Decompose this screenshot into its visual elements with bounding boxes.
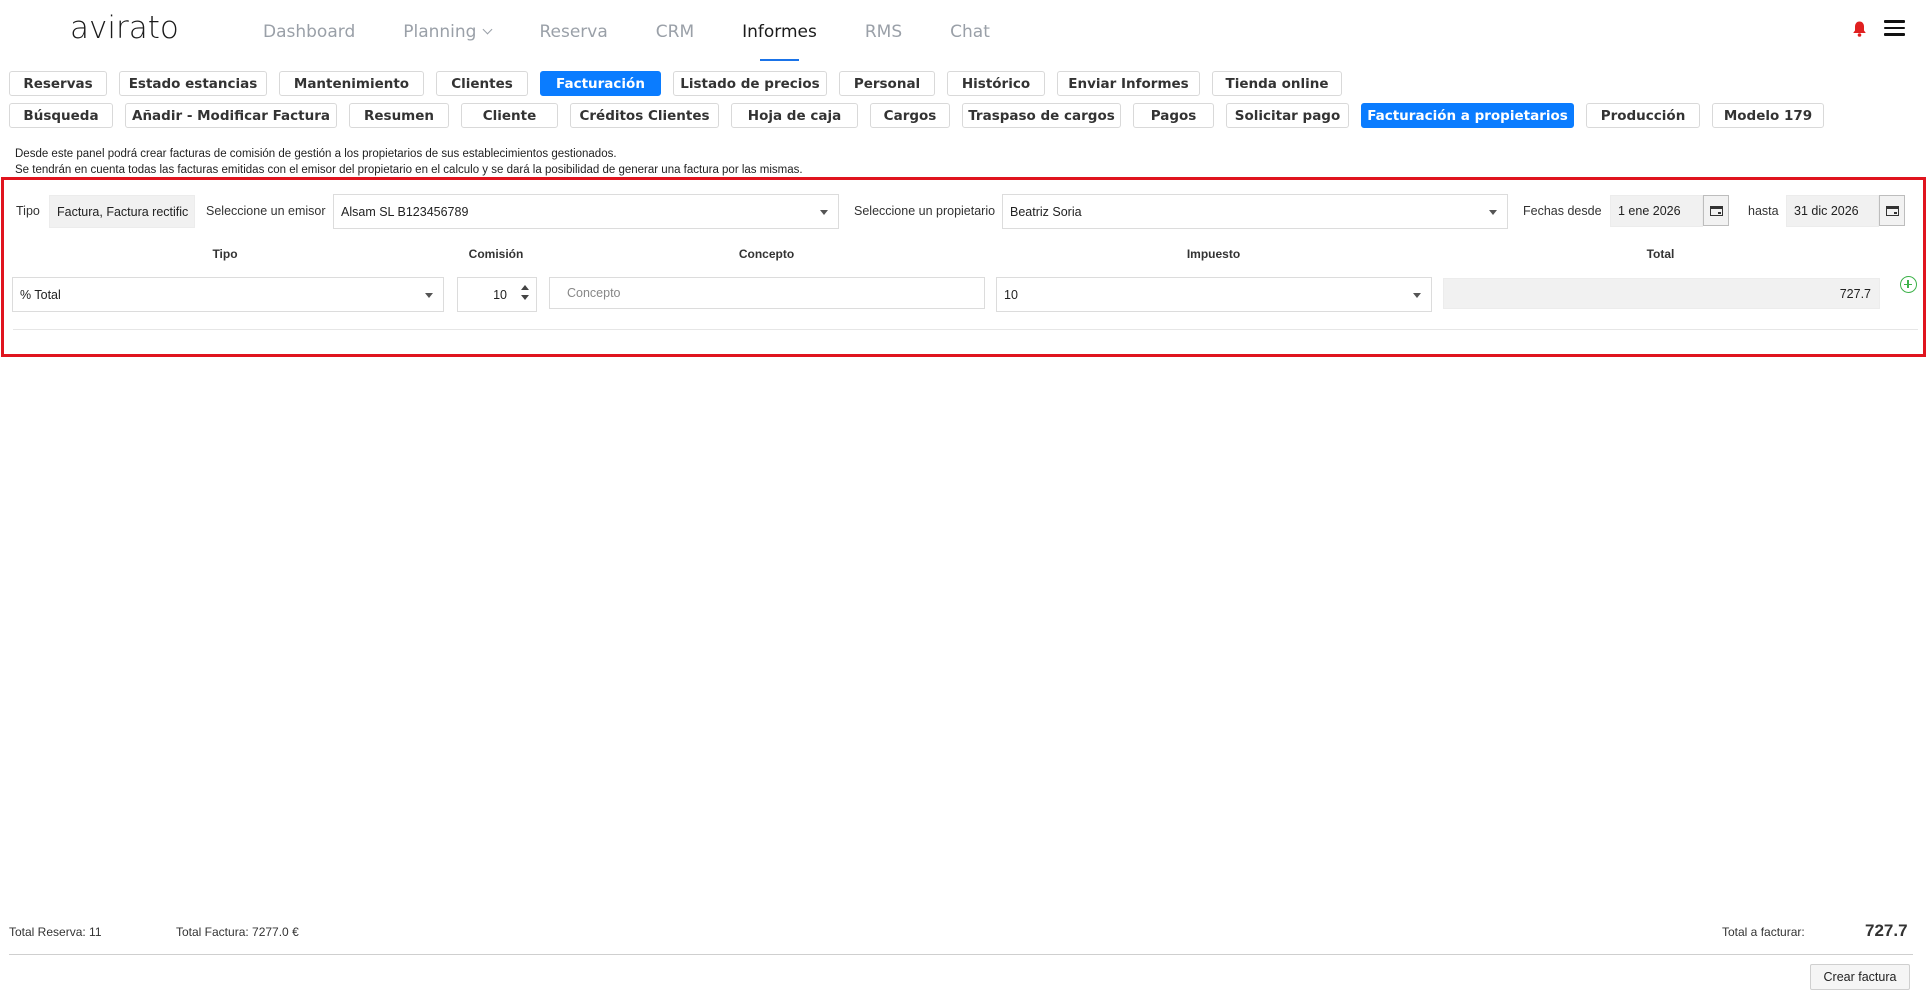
nav-label: Reserva (539, 22, 608, 42)
description-line-2: Se tendrán en cuenta todas las facturas … (15, 164, 803, 176)
emisor-select[interactable]: Alsam SL B123456789 (333, 194, 839, 229)
row-comision-value: 10 (493, 287, 507, 302)
tab-solicitar-pago[interactable]: Solicitar pago (1226, 103, 1349, 128)
caret-down-icon (425, 292, 433, 298)
nav-label: Informes (742, 22, 817, 42)
caret-down-icon (1413, 292, 1421, 298)
total-factura: Total Factura: 7277.0 € (176, 925, 299, 939)
tab-tienda-online[interactable]: Tienda online (1212, 71, 1342, 96)
caret-down-icon (820, 209, 828, 215)
nav-informes[interactable]: Informes (742, 22, 817, 62)
fecha-desde-input[interactable]: 1 ene 2026 (1610, 195, 1703, 227)
fecha-hasta-value: 31 dic 2026 (1794, 204, 1859, 218)
nav-planning[interactable]: Planning (403, 22, 493, 62)
row-impuesto-value: 10 (1004, 287, 1018, 302)
tab-cliente[interactable]: Cliente (461, 103, 558, 128)
top-bar: avirato Dashboard Planning Reserva CRM I… (0, 0, 1928, 66)
caret-down-icon (1489, 209, 1497, 215)
report-tabs-row-2: Búsqueda Añadir - Modificar Factura Resu… (9, 103, 1836, 128)
col-header-tipo: Tipo (212, 247, 238, 261)
tab-produccion[interactable]: Producción (1586, 103, 1700, 128)
row-impuesto-select[interactable]: 10 (996, 277, 1432, 312)
total-a-facturar-value: 727.7 (1865, 921, 1908, 940)
tipo-label: Tipo (16, 204, 40, 218)
total-reserva: Total Reserva: 11 (9, 925, 102, 939)
tab-estado-estancias[interactable]: Estado estancias (119, 71, 267, 96)
tab-pagos[interactable]: Pagos (1133, 103, 1214, 128)
owner-invoice-panel: Tipo Factura, Factura rectific Seleccion… (1, 177, 1926, 357)
tab-cargos[interactable]: Cargos (870, 103, 950, 128)
fechas-desde-label: Fechas desde (1523, 204, 1602, 218)
emisor-value: Alsam SL B123456789 (341, 204, 469, 219)
tab-resumen[interactable]: Resumen (349, 103, 449, 128)
fecha-hasta-input[interactable]: 31 dic 2026 (1786, 195, 1879, 227)
nav-crm[interactable]: CRM (656, 22, 694, 62)
tab-personal[interactable]: Personal (839, 71, 935, 96)
description-line-1: Desde este panel podrá crear facturas de… (15, 148, 617, 160)
nav-label: Dashboard (263, 22, 356, 42)
row-tipo-value: % Total (20, 287, 61, 302)
tab-facturacion-propietarios[interactable]: Facturación a propietarios (1361, 103, 1574, 128)
tab-clientes[interactable]: Clientes (436, 71, 528, 96)
nav-label: Chat (950, 22, 990, 42)
tab-busqueda[interactable]: Búsqueda (9, 103, 113, 128)
tab-modelo-179[interactable]: Modelo 179 (1712, 103, 1824, 128)
row-tipo-select[interactable]: % Total (12, 277, 444, 312)
tab-reservas[interactable]: Reservas (9, 71, 107, 96)
fecha-hasta-calendar-button[interactable] (1879, 195, 1905, 226)
tab-enviar-informes[interactable]: Enviar Informes (1057, 71, 1200, 96)
row-concepto-input[interactable]: Concepto (549, 277, 985, 309)
nav-chat[interactable]: Chat (950, 22, 990, 62)
tipo-select[interactable]: Factura, Factura rectific (49, 195, 195, 228)
tab-historico[interactable]: Histórico (947, 71, 1045, 96)
concepto-placeholder: Concepto (567, 286, 621, 300)
bell-icon[interactable] (1852, 20, 1867, 37)
nav-reserva[interactable]: Reserva (539, 22, 607, 62)
nav-dashboard[interactable]: Dashboard (263, 22, 355, 62)
fecha-desde-calendar-button[interactable] (1703, 195, 1729, 226)
tab-anadir-modificar-factura[interactable]: Añadir - Modificar Factura (125, 103, 337, 128)
total-a-facturar-label: Total a facturar: (1722, 925, 1805, 939)
tab-mantenimiento[interactable]: Mantenimiento (279, 71, 424, 96)
propietario-select[interactable]: Beatriz Soria (1002, 194, 1508, 229)
nav-label: CRM (655, 22, 695, 42)
add-row-icon[interactable] (1900, 276, 1917, 293)
col-header-concepto: Concepto (738, 247, 795, 261)
main-nav: Dashboard Planning Reserva CRM Informes … (263, 22, 1038, 62)
nav-rms[interactable]: RMS (865, 22, 902, 62)
col-header-comision: Comisión (468, 247, 524, 261)
row-comision-stepper[interactable]: 10 (457, 277, 537, 312)
propietario-value: Beatriz Soria (1010, 204, 1082, 219)
fecha-desde-value: 1 ene 2026 (1618, 204, 1681, 218)
nav-label: Planning (403, 22, 477, 42)
row-total-field: 727.7 (1443, 278, 1880, 309)
panel-description: Desde este panel podrá crear facturas de… (15, 146, 803, 178)
tab-creditos-clientes[interactable]: Créditos Clientes (570, 103, 719, 128)
col-header-total: Total (1646, 247, 1675, 261)
row-divider (13, 329, 1918, 330)
nav-label: RMS (864, 22, 903, 42)
report-tabs-row-1: Reservas Estado estancias Mantenimiento … (9, 71, 1354, 96)
crear-factura-button[interactable]: Crear factura (1810, 964, 1910, 990)
tab-listado-precios[interactable]: Listado de precios (673, 71, 827, 96)
col-header-impuesto: Impuesto (1186, 247, 1241, 261)
hasta-label: hasta (1748, 204, 1779, 218)
tab-facturacion[interactable]: Facturación (540, 71, 661, 96)
row-total-value: 727.7 (1839, 286, 1871, 301)
calendar-icon (1709, 205, 1723, 216)
avirato-logo[interactable]: avirato (70, 10, 179, 46)
calendar-icon (1885, 205, 1899, 216)
stepper-arrows-icon[interactable] (521, 285, 529, 305)
emisor-label: Seleccione un emisor (206, 204, 326, 218)
chevron-down-icon (483, 24, 493, 35)
propietario-label: Seleccione un propietario (854, 204, 996, 218)
tipo-value: Factura, Factura rectific (57, 204, 189, 219)
menu-icon[interactable] (1884, 20, 1905, 36)
tab-hoja-de-caja[interactable]: Hoja de caja (731, 103, 858, 128)
footer-divider (9, 954, 1913, 955)
tab-traspaso-cargos[interactable]: Traspaso de cargos (962, 103, 1121, 128)
